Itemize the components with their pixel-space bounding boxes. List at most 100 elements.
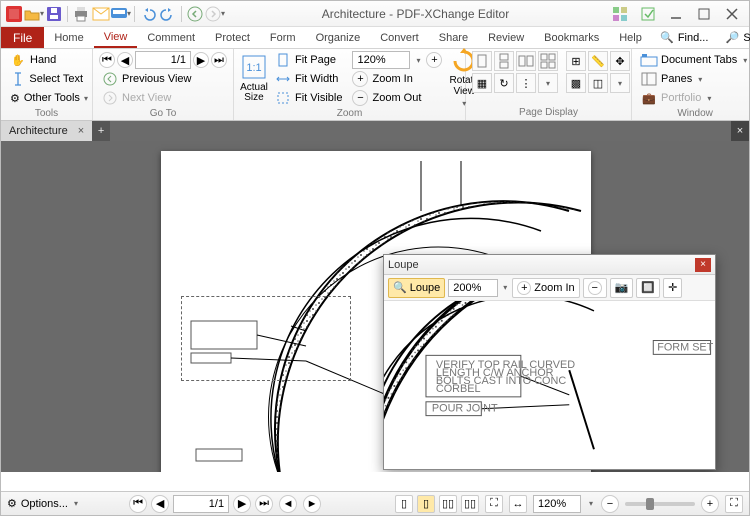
save-icon[interactable]: [45, 5, 63, 23]
next-view-button[interactable]: Next View: [99, 89, 227, 107]
status-zoom-in[interactable]: +: [701, 495, 719, 513]
rulers-icon[interactable]: 📏: [588, 51, 608, 71]
status-nav-fwd[interactable]: ►: [303, 495, 321, 513]
loupe-zoom-out-button[interactable]: −: [583, 278, 607, 298]
tab-review[interactable]: Review: [478, 27, 534, 48]
status-first-page[interactable]: ⏮: [129, 495, 147, 513]
prev-view-button[interactable]: Previous View: [99, 70, 227, 88]
tab-view[interactable]: View: [94, 27, 138, 48]
tab-close-icon[interactable]: ×: [78, 125, 84, 137]
fit-visible-button[interactable]: Fit Visible: [272, 89, 345, 107]
nav-back-icon[interactable]: [186, 5, 204, 23]
sb-layout-3[interactable]: ▯▯: [439, 495, 457, 513]
email-icon[interactable]: [92, 5, 110, 23]
prev-page-button[interactable]: ◀: [117, 52, 133, 68]
search-button[interactable]: 🔎Search...: [717, 27, 750, 49]
tab-organize[interactable]: Organize: [306, 27, 371, 48]
zoom-plus-icon[interactable]: +: [426, 52, 442, 68]
tab-form[interactable]: Form: [260, 27, 306, 48]
sb-layout-2[interactable]: ▯: [417, 495, 435, 513]
layout-cont-facing-icon[interactable]: [538, 51, 558, 71]
file-tab[interactable]: File: [1, 27, 44, 48]
portfolio-button[interactable]: 💼Portfolio▾: [638, 89, 750, 107]
add-tab-button[interactable]: +: [92, 121, 110, 141]
status-page-input[interactable]: [173, 495, 229, 513]
fit-page-button[interactable]: Fit Page: [272, 51, 345, 69]
fit-width-button[interactable]: Fit Width: [272, 70, 345, 88]
loupe-region-button[interactable]: 🔲: [636, 278, 660, 298]
zoom-slider-thumb[interactable]: [646, 498, 654, 510]
find-button[interactable]: 🔍Find...: [652, 27, 716, 49]
guides-icon[interactable]: ⊞: [566, 51, 586, 71]
panes-button[interactable]: Panes▾: [638, 70, 750, 88]
sb-fit-width[interactable]: ↔: [509, 495, 527, 513]
launch-icon[interactable]: [635, 4, 661, 24]
loupe-zoom-dd[interactable]: ▾: [501, 283, 509, 292]
options-button[interactable]: ⚙Options...▾: [7, 497, 80, 510]
actual-size-button[interactable]: 1:1 Actual Size: [240, 51, 268, 105]
scan-icon[interactable]: ▾: [112, 5, 130, 23]
zoom-input[interactable]: [352, 51, 410, 69]
sb-layout-1[interactable]: ▯: [395, 495, 413, 513]
status-next-page[interactable]: ▶: [233, 495, 251, 513]
page-input[interactable]: [135, 51, 191, 69]
loupe-tool-button[interactable]: 🔍Loupe: [388, 278, 445, 298]
zoom-in-button[interactable]: +Zoom In: [349, 70, 445, 88]
next-page-button[interactable]: ▶: [193, 52, 209, 68]
maximize-icon[interactable]: [691, 4, 717, 24]
transparency-icon[interactable]: ◫: [588, 73, 608, 93]
tab-home[interactable]: Home: [44, 27, 93, 48]
tab-protect[interactable]: Protect: [205, 27, 260, 48]
tab-bookmarks[interactable]: Bookmarks: [534, 27, 609, 48]
minimize-icon[interactable]: [663, 4, 689, 24]
nav-fwd-icon[interactable]: ▾: [206, 5, 224, 23]
other-tools[interactable]: ⚙Other Tools▾: [7, 89, 86, 107]
redo-icon[interactable]: [159, 5, 177, 23]
first-page-button[interactable]: ⏮: [99, 52, 115, 68]
tab-share[interactable]: Share: [429, 27, 478, 48]
layout-facing-icon[interactable]: [516, 51, 536, 71]
select-text-tool[interactable]: Select Text: [7, 70, 86, 88]
zoom-out-button[interactable]: −Zoom Out: [349, 89, 445, 107]
document-tabs-button[interactable]: Document Tabs▾: [638, 51, 750, 69]
document-canvas[interactable]: Loupe × 🔍Loupe ▾ +Zoom In − 📷 🔲 ✛: [1, 141, 749, 472]
layout-continuous-icon[interactable]: [494, 51, 514, 71]
hand-tool[interactable]: ✋Hand: [7, 51, 86, 69]
show-dd-icon[interactable]: ▾: [610, 73, 630, 93]
loupe-window[interactable]: Loupe × 🔍Loupe ▾ +Zoom In − 📷 🔲 ✛: [383, 254, 716, 470]
ui-config-icon[interactable]: [607, 4, 633, 24]
loupe-snapshot-button[interactable]: 📷: [610, 278, 634, 298]
status-last-page[interactable]: ⏭: [255, 495, 273, 513]
loupe-crosshair-button[interactable]: ✛: [663, 278, 682, 298]
close-all-tabs-button[interactable]: ×: [731, 121, 749, 141]
print-icon[interactable]: [72, 5, 90, 23]
last-page-button[interactable]: ⏭: [211, 52, 227, 68]
fullscreen-button[interactable]: ⛶: [725, 495, 743, 513]
layout-single-icon[interactable]: [472, 51, 492, 71]
tab-help[interactable]: Help: [609, 27, 652, 48]
tab-convert[interactable]: Convert: [370, 27, 429, 48]
undo-icon[interactable]: [139, 5, 157, 23]
sb-fit-page[interactable]: ⛶: [485, 495, 503, 513]
page-dd-icon[interactable]: ▾: [538, 73, 558, 93]
gaps-icon[interactable]: ⋮: [516, 73, 536, 93]
document-tab[interactable]: Architecture×: [1, 121, 92, 141]
tab-comment[interactable]: Comment: [137, 27, 205, 48]
loupe-selection-rect[interactable]: [181, 296, 351, 381]
thumbnails-icon[interactable]: ▦: [472, 73, 492, 93]
loupe-zoom-input[interactable]: [448, 279, 498, 297]
loupe-zoom-in-button[interactable]: +Zoom In: [512, 278, 579, 298]
status-prev-page[interactable]: ◀: [151, 495, 169, 513]
status-zoom-out[interactable]: −: [601, 495, 619, 513]
grid-icon[interactable]: ▩: [566, 73, 586, 93]
rotate-cw-icon[interactable]: ↻: [494, 73, 514, 93]
status-nav-back[interactable]: ◄: [279, 495, 297, 513]
close-icon[interactable]: [719, 4, 745, 24]
status-zoom-dd[interactable]: ▾: [587, 499, 595, 508]
sb-layout-4[interactable]: ▯▯: [461, 495, 479, 513]
loupe-close-button[interactable]: ×: [695, 258, 711, 272]
zoom-slider[interactable]: [625, 502, 695, 506]
status-zoom-input[interactable]: [533, 495, 581, 513]
open-icon[interactable]: ▾: [25, 5, 43, 23]
loupe-titlebar[interactable]: Loupe ×: [384, 255, 715, 275]
